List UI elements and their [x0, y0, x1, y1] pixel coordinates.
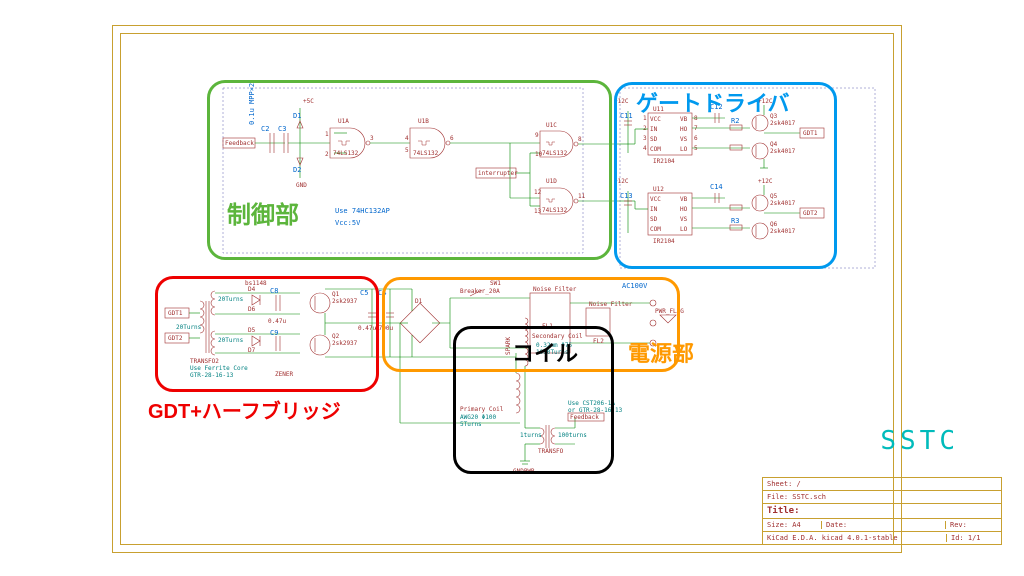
tool-label: KiCad E.D.A. kicad 4.0.1-stable [767, 534, 947, 542]
annotation-gdt-hb-label: GDT+ハーフブリッジ [148, 395, 341, 424]
sheet-label: Sheet: / [767, 480, 801, 488]
annotation-gdt-hb [155, 276, 379, 392]
project-title: SSTC [880, 426, 959, 456]
annotation-gate-driver-label: ゲートドライバ [636, 86, 790, 118]
title-label: Title: [767, 506, 800, 516]
date-label: Date: [826, 521, 946, 529]
rev-label: Rev: [950, 521, 967, 529]
size-label: Size: A4 [767, 521, 822, 529]
title-block: Sheet: / File: SSTC.sch Title: Size: A4 … [762, 477, 1002, 545]
file-label: File: SSTC.sch [767, 493, 826, 501]
annotation-coil-label: コイル [512, 336, 578, 368]
id-label: Id: 1/1 [951, 534, 981, 542]
annotation-control [207, 80, 612, 260]
annotation-control-label: 制御部 [227, 195, 299, 230]
annotation-psu-label: 電源部 [628, 336, 694, 368]
